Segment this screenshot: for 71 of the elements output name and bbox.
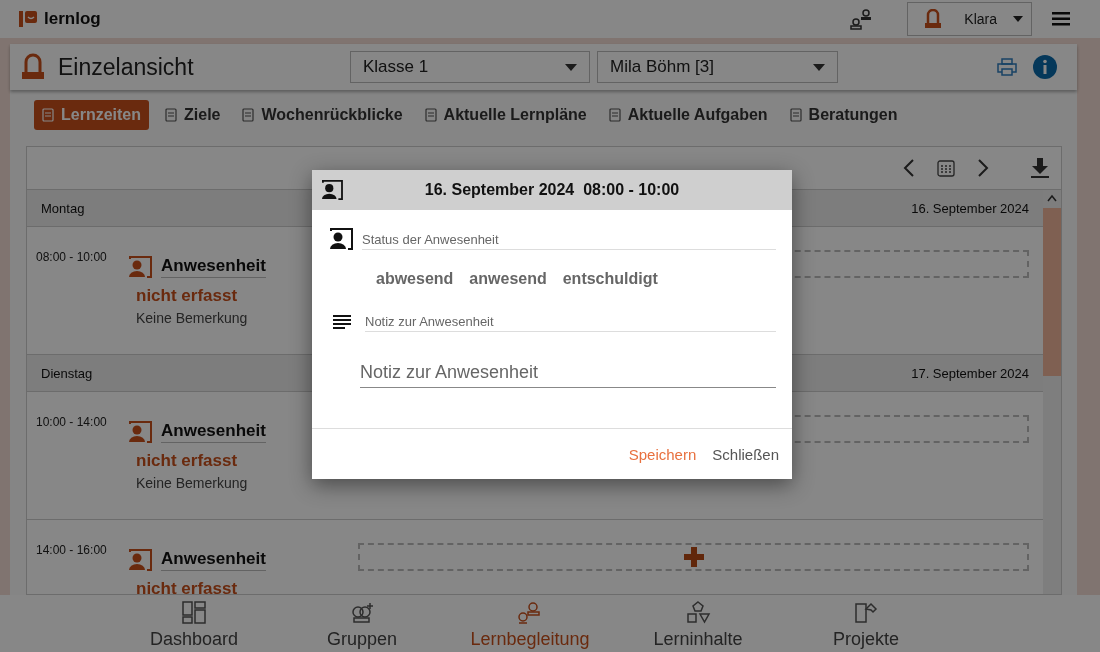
status-option[interactable]: abwesend <box>376 270 454 288</box>
app-name: lernlog <box>44 9 101 29</box>
scroll-up-icon[interactable] <box>1047 194 1057 202</box>
entry-title[interactable]: Anwesenheit <box>161 256 266 278</box>
day-name: Montag <box>41 200 85 216</box>
page-title: Einzelansicht <box>58 53 195 81</box>
nav-item[interactable]: Dashboard <box>110 595 278 652</box>
tab[interactable]: Lernzeiten <box>34 100 149 130</box>
day-date: 17. September 2024 <box>911 365 1029 381</box>
time-label: 14:00 - 16:00 <box>36 543 108 557</box>
document-icon <box>242 108 255 122</box>
student-select[interactable]: Mila Böhm [3] <box>597 51 838 83</box>
entry-title[interactable]: Anwesenheit <box>161 549 266 571</box>
note-text: Keine Bemerkung <box>136 310 248 326</box>
dialog-title: 16. September 2024 08:00 - 10:00 <box>423 181 681 199</box>
nav-item[interactable]: Lernbegleitung <box>446 595 614 652</box>
info-icon[interactable] <box>1033 55 1057 79</box>
calendar-icon[interactable] <box>937 159 955 177</box>
dashboard-icon <box>181 601 207 625</box>
nav-item[interactable]: Lerninhalte <box>614 595 782 652</box>
attendance-icon <box>328 228 354 250</box>
status-option[interactable]: entschuldigt <box>562 270 658 288</box>
time-label: 08:00 - 10:00 <box>36 250 108 264</box>
status-text: nicht erfasst <box>136 579 238 594</box>
next-icon[interactable] <box>977 159 989 177</box>
previous-icon[interactable] <box>903 159 915 177</box>
section-label: Notiz zur Anwesenheit <box>365 314 776 332</box>
group-icon <box>349 601 375 625</box>
text-lines-icon <box>332 314 352 330</box>
tab[interactable]: Aktuelle Aufgaben <box>602 100 774 130</box>
document-icon <box>424 108 437 122</box>
note-text: Keine Bemerkung <box>136 475 248 491</box>
tab[interactable]: Aktuelle Lernpläne <box>418 100 593 130</box>
print-icon[interactable] <box>997 58 1017 76</box>
attendance-icon <box>128 421 152 443</box>
download-icon[interactable] <box>1031 158 1049 178</box>
nav-item[interactable]: Gruppen <box>278 595 446 652</box>
caret-icon <box>1013 16 1023 22</box>
tab[interactable]: Ziele <box>159 100 227 130</box>
section-label: Status der Anwesenheit <box>362 232 776 250</box>
attendance-icon <box>128 549 152 571</box>
close-button[interactable]: Schließen <box>712 445 779 463</box>
attendance-icon <box>320 180 344 200</box>
puzzle-icon <box>853 601 879 625</box>
document-icon <box>608 108 621 122</box>
day-name: Dienstag <box>41 365 93 381</box>
status-option[interactable]: anwesend <box>469 270 547 288</box>
status-text: nicht erfasst <box>136 451 238 471</box>
document-icon <box>165 108 177 122</box>
document-icon <box>789 108 802 122</box>
caret-icon <box>813 63 825 71</box>
user-dropdown[interactable]: Klara <box>907 2 1032 36</box>
shapes-icon <box>685 601 711 625</box>
logo-icon <box>18 9 38 29</box>
class-select[interactable]: Klasse 1 <box>350 51 590 83</box>
tab[interactable]: Beratungen <box>783 100 904 130</box>
status-text: nicht erfasst <box>136 286 238 306</box>
menu-icon[interactable] <box>1052 12 1070 26</box>
time-label: 10:00 - 14:00 <box>36 415 108 429</box>
document-icon <box>42 108 54 122</box>
tab[interactable]: Wochenrückblicke <box>236 100 409 130</box>
scrollbar[interactable] <box>1043 190 1061 594</box>
attendance-icon <box>128 256 152 278</box>
nav-item[interactable]: Projekte <box>782 595 950 652</box>
bell-icon <box>924 9 943 29</box>
caret-icon <box>565 63 577 71</box>
day-date: 16. September 2024 <box>911 200 1029 216</box>
plus-icon <box>683 547 704 567</box>
bell-icon <box>20 53 46 81</box>
save-button[interactable]: Speichern <box>628 445 697 463</box>
entry-title[interactable]: Anwesenheit <box>161 421 266 443</box>
